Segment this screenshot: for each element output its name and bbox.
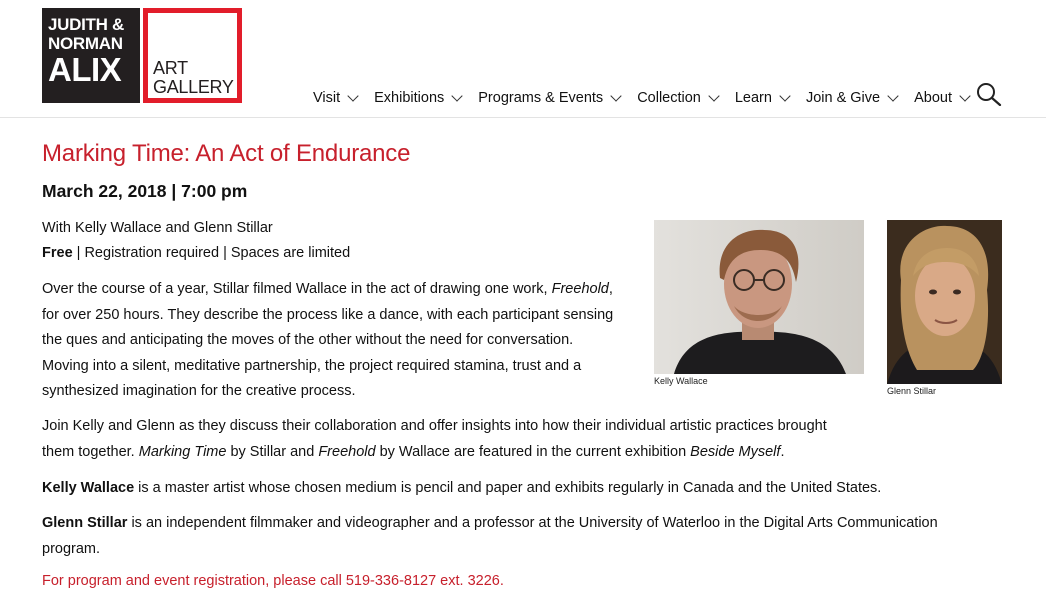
desc-text: , for over 250 hours. They describe the …: [42, 281, 614, 399]
logo-line-5: GALLERY: [153, 77, 234, 97]
bio-text: is a master artist whose chosen medium i…: [134, 480, 882, 496]
admission-details: | Registration required | Spaces are lim…: [72, 245, 351, 261]
chevron-down-icon: [708, 89, 720, 102]
event-admission: Free | Registration required | Spaces ar…: [42, 241, 350, 267]
desc-text: Over the course of a year, Stillar filme…: [42, 281, 552, 297]
chevron-down-icon: [779, 89, 791, 102]
gallery-logo-mark[interactable]: ART GALLERY: [143, 8, 242, 103]
kelly-bio: Kelly Wallace is a master artist whose c…: [42, 476, 942, 502]
nav-label: Visit: [313, 90, 341, 106]
bio-text: is an independent filmmaker and videogra…: [42, 515, 938, 557]
nav-item-collection[interactable]: Collection: [637, 89, 720, 106]
kelly-wallace-photo: [654, 220, 864, 374]
bio-name: Kelly Wallace: [42, 480, 135, 496]
logo-line-3: ALIX: [48, 51, 122, 88]
chevron-down-icon: [959, 89, 971, 102]
exhibition-title: Beside Myself: [690, 443, 781, 460]
main-nav: Visit Exhibitions Programs & Events Coll…: [313, 88, 986, 108]
nav-label: About: [914, 90, 953, 106]
nav-label: Learn: [734, 90, 772, 106]
join-text: by Wallace are featured in the current e…: [375, 443, 691, 460]
join-text: .: [780, 443, 785, 460]
chevron-down-icon: [610, 89, 622, 102]
nav-item-exhibitions[interactable]: Exhibitions: [374, 89, 463, 106]
event-description: Over the course of a year, Stillar filme…: [42, 277, 622, 405]
nav-item-about[interactable]: About: [914, 89, 971, 106]
desc-artwork-title: Freehold: [551, 281, 609, 297]
event-speakers: With Kelly Wallace and Glenn Stillar: [42, 220, 273, 236]
nav-item-programs-events[interactable]: Programs & Events: [478, 89, 622, 106]
admission-free: Free: [42, 245, 73, 261]
join-text: by Stillar and: [226, 443, 319, 460]
chevron-down-icon: [451, 89, 463, 102]
search-icon[interactable]: [976, 82, 1002, 106]
chevron-down-icon: [347, 89, 359, 102]
glenn-stillar-caption: Glenn Stillar: [887, 386, 937, 396]
logo-line-4: ART: [153, 58, 188, 78]
nav-item-visit[interactable]: Visit: [313, 89, 359, 106]
event-title: Marking Time: An Act of Endurance: [42, 140, 411, 167]
bio-name: Glenn Stillar: [42, 515, 128, 531]
kelly-wallace-caption: Kelly Wallace: [654, 376, 708, 386]
event-date: March 22, 2018 | 7:00 pm: [42, 181, 248, 201]
nav-label: Join & Give: [805, 90, 881, 106]
event-join-paragraph: Join Kelly and Glenn as they discuss the…: [42, 414, 862, 465]
glenn-bio: Glenn Stillar is an independent filmmake…: [42, 511, 972, 562]
registration-contact: For program and event registration, plea…: [42, 573, 504, 589]
artwork-title: Freehold: [318, 443, 376, 460]
nav-item-learn[interactable]: Learn: [734, 89, 791, 106]
gallery-logo[interactable]: JUDITH & NORMAN ALIX: [42, 8, 140, 103]
site-header: JUDITH & NORMAN ALIX ART GALLERY Visit E…: [0, 0, 1046, 118]
chevron-down-icon: [887, 89, 899, 102]
artwork-title: Marking Time: [138, 443, 227, 460]
nav-label: Exhibitions: [374, 90, 445, 106]
nav-item-join-give[interactable]: Join & Give: [805, 89, 899, 106]
glenn-stillar-photo: [887, 220, 1002, 384]
logo-line-1: JUDITH &: [48, 15, 124, 34]
nav-label: Collection: [637, 90, 701, 106]
nav-label: Programs & Events: [478, 90, 604, 106]
